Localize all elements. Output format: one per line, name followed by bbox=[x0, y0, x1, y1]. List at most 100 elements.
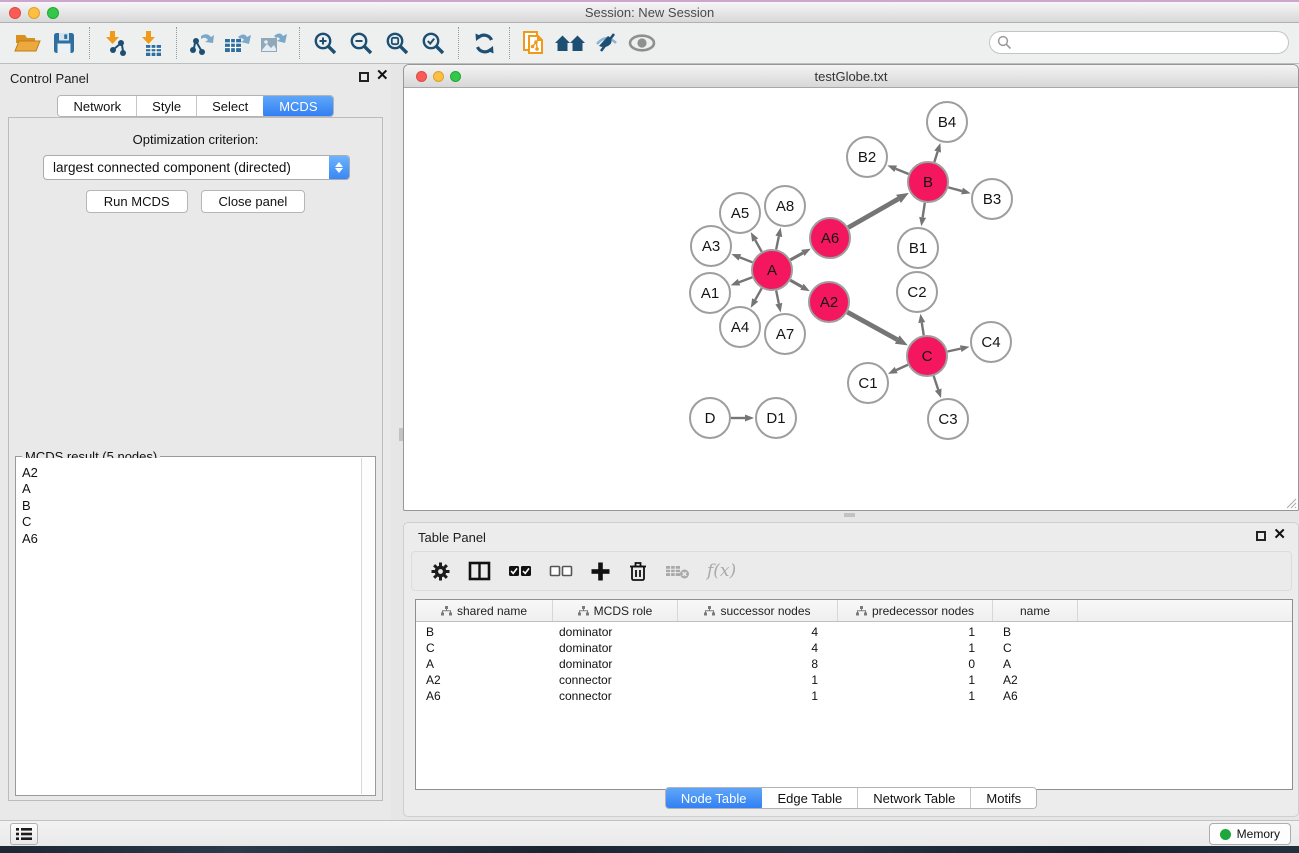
deselect-all-icon[interactable] bbox=[549, 565, 573, 577]
graph-node-C3[interactable]: C3 bbox=[928, 399, 968, 439]
duplicate-network-icon[interactable] bbox=[517, 26, 553, 60]
graph-edge[interactable] bbox=[775, 291, 782, 313]
column-header-MCDS-role[interactable]: MCDS role bbox=[553, 600, 678, 621]
split-divider-handle[interactable] bbox=[844, 513, 855, 517]
show-columns-icon[interactable] bbox=[468, 561, 491, 581]
mcds-result-item[interactable]: A6 bbox=[22, 531, 361, 547]
mcds-result-item[interactable]: B bbox=[22, 498, 361, 514]
graph-node-B2[interactable]: B2 bbox=[847, 137, 887, 177]
zoom-selected-icon[interactable] bbox=[415, 26, 451, 60]
graph-node-A[interactable]: A bbox=[752, 250, 792, 290]
column-header-name[interactable]: name bbox=[993, 600, 1078, 621]
graph-node-C[interactable]: C bbox=[907, 336, 947, 376]
graph-node-B[interactable]: B bbox=[908, 162, 948, 202]
close-panel-icon[interactable]: ✕ bbox=[376, 67, 389, 85]
tab-node-table[interactable]: Node Table bbox=[665, 787, 764, 809]
graph-node-A3[interactable]: A3 bbox=[691, 226, 731, 266]
resize-grip-icon[interactable] bbox=[1284, 496, 1297, 509]
function-builder-icon[interactable]: f(x) bbox=[707, 561, 736, 581]
delete-column-trash-icon[interactable] bbox=[628, 560, 648, 582]
graph-node-D1[interactable]: D1 bbox=[756, 398, 796, 438]
mcds-result-item[interactable]: A bbox=[22, 481, 361, 497]
show-eye-icon[interactable] bbox=[625, 26, 661, 60]
graph-node-A5[interactable]: A5 bbox=[720, 193, 760, 233]
memory-button[interactable]: Memory bbox=[1209, 823, 1291, 845]
task-history-button[interactable] bbox=[10, 823, 38, 845]
graph-node-B3[interactable]: B3 bbox=[972, 179, 1012, 219]
refresh-layout-icon[interactable] bbox=[466, 26, 502, 60]
import-table-icon[interactable] bbox=[133, 26, 169, 60]
hide-labels-icon[interactable] bbox=[589, 26, 625, 60]
graph-edge[interactable] bbox=[948, 187, 970, 194]
graph-node-C4[interactable]: C4 bbox=[971, 322, 1011, 362]
search-input[interactable] bbox=[989, 31, 1289, 54]
close-panel-button[interactable]: Close panel bbox=[201, 190, 306, 213]
graph-edge[interactable] bbox=[887, 165, 908, 174]
tab-mcds[interactable]: MCDS bbox=[263, 95, 333, 117]
graph-edge[interactable] bbox=[790, 280, 810, 291]
export-table-icon[interactable] bbox=[220, 26, 256, 60]
graph-node-C1[interactable]: C1 bbox=[848, 363, 888, 403]
float-panel-icon[interactable] bbox=[359, 72, 369, 82]
graph-edge[interactable] bbox=[731, 415, 754, 422]
graph-node-A1[interactable]: A1 bbox=[690, 273, 730, 313]
close-table-panel-icon[interactable]: ✕ bbox=[1273, 526, 1286, 544]
table-settings-gear-icon[interactable] bbox=[430, 561, 451, 582]
graph-node-A6[interactable]: A6 bbox=[810, 218, 850, 258]
export-image-icon[interactable] bbox=[256, 26, 292, 60]
graph-node-B1[interactable]: B1 bbox=[898, 228, 938, 268]
graph-edge[interactable] bbox=[919, 203, 926, 226]
graph-edge[interactable] bbox=[888, 365, 908, 374]
graph-edge[interactable] bbox=[934, 143, 941, 162]
zoom-out-icon[interactable] bbox=[343, 26, 379, 60]
graph-edge[interactable] bbox=[790, 249, 810, 260]
graph-edge[interactable] bbox=[847, 312, 907, 345]
graph-edge[interactable] bbox=[934, 376, 942, 398]
tab-style[interactable]: Style bbox=[137, 96, 197, 116]
graph-node-C2[interactable]: C2 bbox=[897, 272, 937, 312]
mcds-list-scrollbar[interactable] bbox=[361, 458, 374, 794]
graph-edge[interactable] bbox=[848, 193, 909, 228]
graph-node-A2[interactable]: A2 bbox=[809, 282, 849, 322]
tab-motifs[interactable]: Motifs bbox=[971, 788, 1036, 808]
home-icon[interactable] bbox=[553, 26, 589, 60]
tab-network[interactable]: Network bbox=[58, 96, 137, 116]
network-canvas[interactable]: A A1 A2 A3 A4 A5 A6 A7 A8 B B1 B2 B3B4 C C1 C2 C3C4 D D1 bbox=[404, 88, 1298, 510]
graph-node-D[interactable]: D bbox=[690, 398, 730, 438]
tab-network-table[interactable]: Network Table bbox=[858, 788, 971, 808]
float-table-panel-icon[interactable] bbox=[1256, 531, 1266, 541]
export-network-icon[interactable] bbox=[184, 26, 220, 60]
mcds-result-list[interactable]: A2ABCA6 bbox=[17, 458, 361, 794]
column-header-successor-nodes[interactable]: successor nodes bbox=[678, 600, 838, 621]
select-all-icon[interactable] bbox=[508, 565, 532, 577]
delete-table-icon[interactable] bbox=[665, 562, 690, 580]
table-row[interactable]: A2connector11A2 bbox=[416, 673, 1292, 689]
graph-node-A7[interactable]: A7 bbox=[765, 314, 805, 354]
tab-select[interactable]: Select bbox=[197, 96, 264, 116]
graph-edge[interactable] bbox=[731, 277, 753, 285]
graph-edge[interactable] bbox=[731, 254, 752, 262]
tab-edge-table[interactable]: Edge Table bbox=[762, 788, 858, 808]
graph-node-A8[interactable]: A8 bbox=[765, 186, 805, 226]
column-header-predecessor-nodes[interactable]: predecessor nodes bbox=[838, 600, 993, 621]
graph-edge[interactable] bbox=[948, 345, 970, 352]
criterion-select[interactable]: largest connected component (directed) bbox=[43, 155, 350, 180]
open-session-icon[interactable] bbox=[10, 26, 46, 60]
graph-edge[interactable] bbox=[751, 288, 762, 308]
table-row[interactable]: Cdominator41C bbox=[416, 641, 1292, 657]
graph-edge[interactable] bbox=[775, 228, 782, 250]
table-row[interactable]: A6connector11A6 bbox=[416, 689, 1292, 705]
graph-node-A4[interactable]: A4 bbox=[720, 307, 760, 347]
import-network-icon[interactable] bbox=[97, 26, 133, 60]
mcds-result-item[interactable]: C bbox=[22, 514, 361, 530]
column-header-shared-name[interactable]: shared name bbox=[416, 600, 553, 621]
zoom-fit-icon[interactable] bbox=[379, 26, 415, 60]
mcds-result-item[interactable]: A2 bbox=[22, 465, 361, 481]
graph-edge[interactable] bbox=[751, 232, 762, 252]
graph-edge[interactable] bbox=[918, 314, 925, 336]
graph-node-B4[interactable]: B4 bbox=[927, 102, 967, 142]
table-row[interactable]: Adominator80A bbox=[416, 657, 1292, 673]
zoom-in-icon[interactable] bbox=[307, 26, 343, 60]
table-row[interactable]: Bdominator41B bbox=[416, 625, 1292, 641]
run-mcds-button[interactable]: Run MCDS bbox=[86, 190, 188, 213]
